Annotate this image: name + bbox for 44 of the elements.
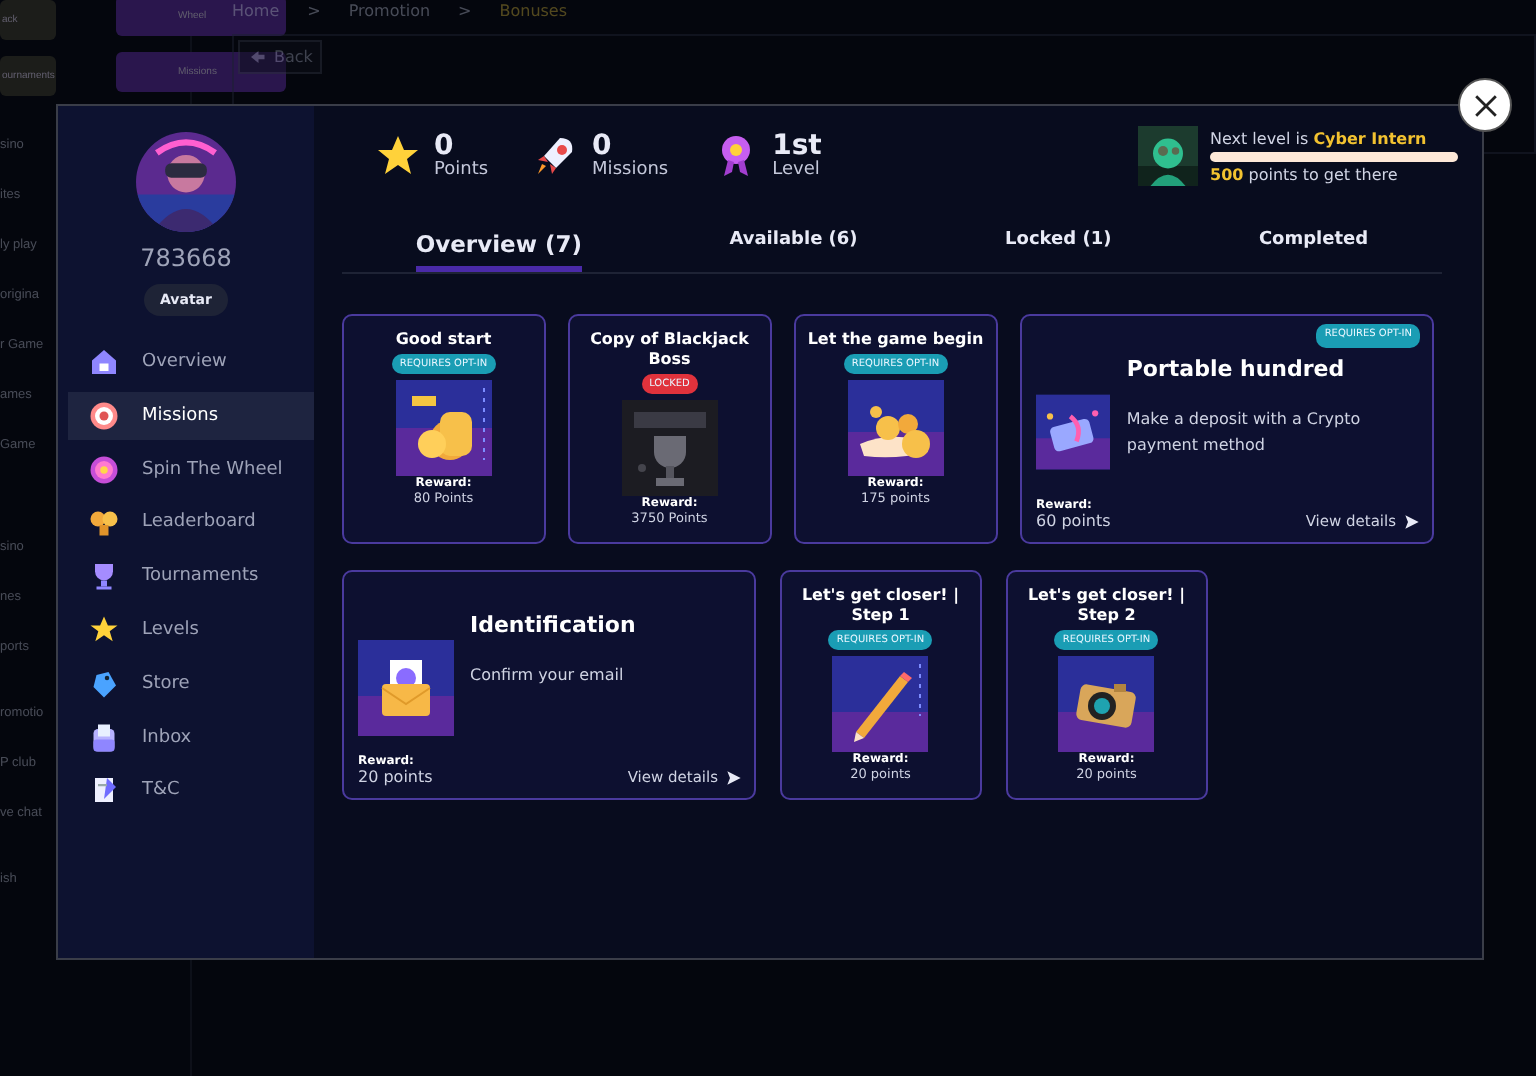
mission-title: Copy of Blackjack Boss xyxy=(588,330,751,370)
mission-title: Let the game begin xyxy=(805,330,986,350)
back-arrow-icon xyxy=(248,48,266,66)
stat-label: Missions xyxy=(592,160,669,180)
stat-label: Level xyxy=(772,160,822,180)
target-icon xyxy=(86,397,122,434)
mission-title: Portable hundred xyxy=(1126,356,1347,382)
wheel-icon xyxy=(86,451,122,488)
points-needed-text: 500 points to get there xyxy=(1210,165,1400,183)
sidebar-item[interactable]: Inbox xyxy=(68,713,314,762)
tab[interactable]: Available (6) xyxy=(729,226,858,272)
stat-label: Points xyxy=(434,160,489,180)
tab[interactable]: Completed xyxy=(1258,226,1369,272)
stat-value: 1st xyxy=(772,132,822,160)
house-icon xyxy=(86,344,122,380)
close-icon xyxy=(1471,91,1499,119)
mission-description: Confirm your email xyxy=(470,664,626,688)
mission-title: Good start xyxy=(393,330,494,350)
mission-title: Let's get closer! | Step 1 xyxy=(799,586,962,626)
arrow-icon xyxy=(1404,513,1420,529)
tab[interactable]: Overview (7) xyxy=(415,226,582,272)
sidebar-item[interactable]: Overview xyxy=(68,338,314,386)
reward-value: 60 points xyxy=(1036,512,1111,530)
sidebar-item[interactable]: Missions xyxy=(68,391,314,440)
sidebar-item[interactable]: Levels xyxy=(68,605,314,654)
breadcrumb-separator: > xyxy=(307,2,321,20)
star-icon xyxy=(374,132,422,180)
sidebar-item[interactable]: T&C xyxy=(68,766,314,815)
sidebar-item[interactable]: Leaderboard xyxy=(68,498,314,547)
close-button[interactable] xyxy=(1458,78,1512,132)
stat-value: 0 xyxy=(434,132,454,160)
mission-title: Let's get closer! | Step 2 xyxy=(1025,586,1188,626)
sidebar-item[interactable]: Tournaments xyxy=(68,552,314,601)
sidebar-item[interactable]: Spin The Wheel xyxy=(68,445,314,494)
stat-value: 0 xyxy=(592,132,612,160)
next-level-text: Next level is Cyber Intern xyxy=(1210,129,1429,147)
arrow-icon xyxy=(726,769,742,785)
mission-title: Identification xyxy=(470,612,636,638)
sidebar-item[interactable]: Store xyxy=(68,659,314,708)
reward-value: 20 points xyxy=(358,768,433,786)
mission-description: Make a deposit with a Crypto payment method xyxy=(1126,408,1363,458)
user-id: 783668 xyxy=(140,244,232,272)
tab[interactable]: Locked (1) xyxy=(1005,226,1112,272)
breadcrumb-separator: > xyxy=(458,2,472,20)
